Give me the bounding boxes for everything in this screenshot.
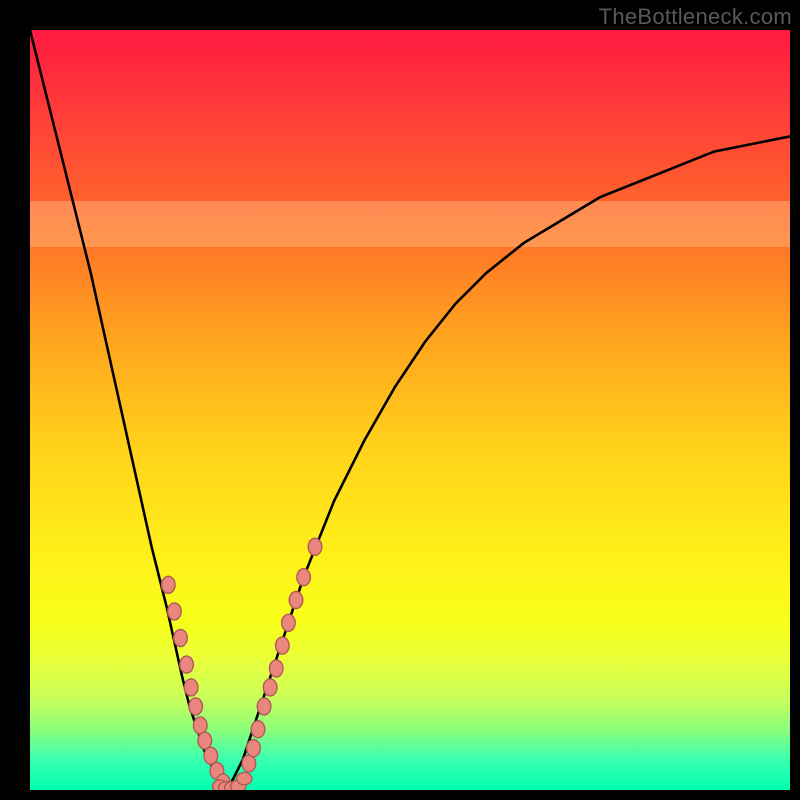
bead-marker bbox=[308, 538, 322, 555]
curve-right-branch bbox=[228, 136, 790, 790]
bead-marker bbox=[276, 637, 290, 654]
bead-marker bbox=[180, 656, 194, 673]
plot-area bbox=[30, 30, 790, 790]
bead-markers bbox=[162, 538, 322, 790]
bead-marker bbox=[184, 679, 198, 696]
bead-marker bbox=[237, 772, 252, 784]
bead-marker bbox=[282, 614, 296, 631]
bead-marker bbox=[247, 740, 261, 757]
curve-layer bbox=[30, 30, 790, 790]
bead-marker bbox=[251, 721, 265, 738]
bead-marker bbox=[297, 569, 311, 586]
bead-marker bbox=[269, 660, 283, 677]
bead-marker bbox=[263, 679, 277, 696]
bead-marker bbox=[242, 755, 256, 772]
bead-marker bbox=[198, 732, 212, 749]
watermark-text: TheBottleneck.com bbox=[599, 4, 792, 30]
bead-marker bbox=[204, 747, 218, 764]
bead-marker bbox=[174, 630, 188, 647]
bead-marker bbox=[193, 717, 207, 734]
bead-marker bbox=[168, 603, 182, 620]
bead-marker bbox=[289, 592, 303, 609]
chart-frame: TheBottleneck.com bbox=[0, 0, 800, 800]
bead-marker bbox=[162, 576, 176, 593]
bead-marker bbox=[257, 698, 271, 715]
bead-marker bbox=[189, 698, 203, 715]
curve-left-branch bbox=[30, 30, 228, 790]
